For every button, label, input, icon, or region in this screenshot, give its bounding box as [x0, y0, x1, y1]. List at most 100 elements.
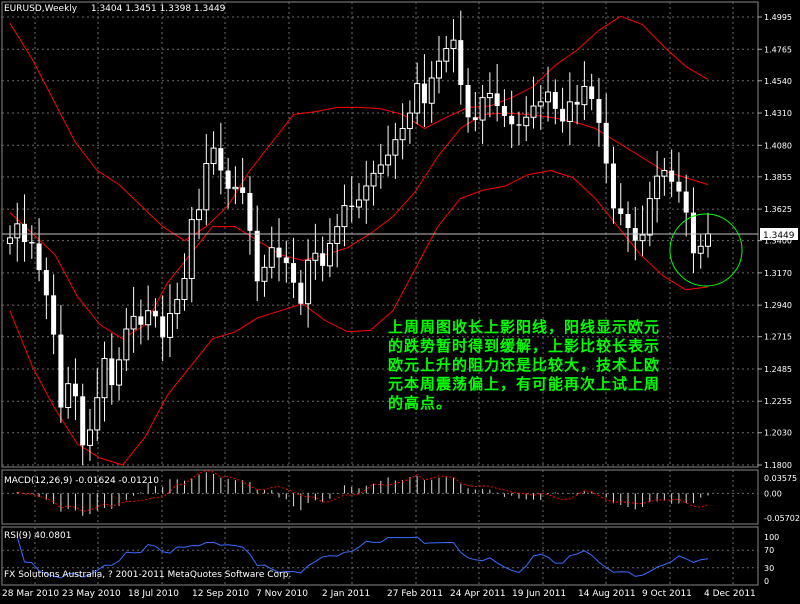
price-tick-label: 1.4765 — [764, 45, 792, 54]
price-tick-label: 1.2485 — [764, 365, 792, 374]
candle-down — [589, 86, 595, 100]
candle-up — [654, 175, 661, 200]
candle-up — [530, 105, 537, 118]
candle-down — [72, 383, 78, 397]
candle-down — [574, 101, 580, 105]
rsi-tick-label: 0 — [764, 577, 769, 586]
macd-label: MACD(12,26,9) -0.01624 -0.01210 — [4, 476, 160, 486]
candle-down — [494, 93, 500, 107]
candle-up — [377, 164, 384, 174]
candle-up — [268, 247, 275, 268]
candle-down — [610, 163, 616, 209]
price-tick-label: 1.3625 — [764, 205, 792, 214]
candle-down — [472, 117, 478, 121]
copyright-text: FX Solutions Australia, ? 2001-2011 Meta… — [4, 570, 292, 580]
candle-down — [240, 187, 246, 193]
candle-up — [232, 186, 239, 190]
candle-up — [123, 328, 130, 361]
candle-up — [203, 163, 210, 211]
candle-down — [458, 40, 464, 86]
rsi-tick-label: 30 — [764, 564, 774, 573]
candle-up — [188, 219, 195, 280]
analysis-annotation: 上周周图收长上影阳线，阳线显示欧元 的跌势暂时得到缓解，上影比较长表示 欧元上升… — [388, 318, 748, 413]
candle-down — [291, 263, 297, 283]
candle-up — [450, 39, 457, 50]
candle-up — [210, 147, 217, 165]
price-tick-label: 1.4540 — [764, 77, 792, 86]
candle-up — [370, 172, 377, 187]
candle-up — [392, 139, 399, 156]
annotation-line: 欧元上升的阻力还是比较大，技术上欧 — [388, 356, 661, 374]
annotation-line: 的跌势暂时得到缓解，上影比较长表示 — [388, 337, 661, 355]
price-tick-label: 1.3855 — [764, 173, 792, 182]
candle-up — [145, 310, 152, 326]
candle-down — [676, 181, 682, 192]
candle-up — [486, 92, 493, 99]
candle-down — [152, 310, 158, 317]
candle-down — [225, 170, 231, 189]
candle-down — [618, 208, 624, 215]
candle-up — [646, 198, 653, 236]
candle-down — [254, 230, 260, 282]
candle-down — [501, 106, 507, 116]
ohlc-values: 1.3404 1.3451 1.3398 1.3449 — [90, 4, 226, 14]
candle-up — [537, 101, 544, 107]
candle-up — [326, 242, 333, 267]
candle-up — [356, 199, 362, 208]
candle-up — [261, 266, 268, 282]
candle-up — [166, 313, 173, 338]
candle-up — [705, 233, 711, 247]
candle-up — [305, 259, 312, 305]
candle-up — [443, 48, 450, 62]
candle-down — [516, 124, 522, 126]
candle-up — [14, 223, 21, 239]
trading-chart-window[interactable]: 1.4995 1.4765 1.4540 1.4310 1.4080 1.3855 1.36… — [0, 0, 800, 600]
candle-up — [312, 252, 319, 261]
candle-up — [174, 299, 181, 315]
candle-down — [22, 223, 28, 243]
chart-canvas[interactable]: 1.4995 1.4765 1.4540 1.4310 1.4080 1.3855 1.36… — [0, 0, 800, 600]
macd-tick-label: 0.03575 — [764, 474, 797, 483]
chart-header: EURUSD,Weekly 1.3404 1.3451 1.3398 1.344… — [4, 4, 225, 14]
candle-down — [138, 316, 144, 325]
date-tick-label: 2 Jan 2011 — [322, 589, 370, 599]
candle-up — [7, 237, 13, 244]
candle-up — [341, 205, 348, 228]
candle-down — [247, 192, 253, 231]
candle-up — [181, 278, 188, 301]
candle-down — [283, 257, 289, 264]
candle-up — [101, 357, 108, 399]
candle-up — [414, 83, 421, 114]
candle-up — [65, 383, 72, 409]
candle-up — [334, 226, 341, 244]
candle-up — [697, 245, 704, 254]
candle-up — [581, 85, 588, 106]
current-price-tag-text: 1.3449 — [763, 231, 795, 241]
candle-down — [29, 242, 35, 244]
candle-down — [552, 92, 558, 109]
candle-up — [428, 77, 435, 104]
date-tick-label: 23 May 2010 — [62, 589, 121, 599]
candle-up — [566, 101, 573, 122]
candle-down — [465, 85, 471, 118]
macd-tick-label: 0.00 — [764, 489, 782, 498]
candle-up — [385, 154, 392, 166]
candle-down — [349, 205, 355, 207]
price-tick-label: 1.2030 — [764, 429, 792, 438]
rsi-tick-label: 70 — [764, 546, 774, 555]
candle-down — [43, 270, 49, 296]
candle-down — [625, 214, 631, 229]
date-tick-label: 28 Mar 2010 — [2, 589, 59, 599]
candle-down — [669, 170, 675, 182]
candle-up — [130, 315, 137, 330]
candle-up — [86, 429, 93, 446]
annotation-line: 上周周图收长上影阳线，阳线显示欧元 — [388, 318, 661, 336]
candle-down — [509, 115, 515, 125]
date-tick-label: 18 Jul 2010 — [128, 589, 179, 599]
candle-up — [545, 91, 552, 103]
rsi-tick-label: 100 — [764, 533, 779, 542]
candle-down — [421, 83, 427, 104]
candle-down — [276, 247, 282, 258]
date-tick-label: 7 Nov 2010 — [256, 589, 308, 599]
candle-down — [320, 253, 326, 266]
